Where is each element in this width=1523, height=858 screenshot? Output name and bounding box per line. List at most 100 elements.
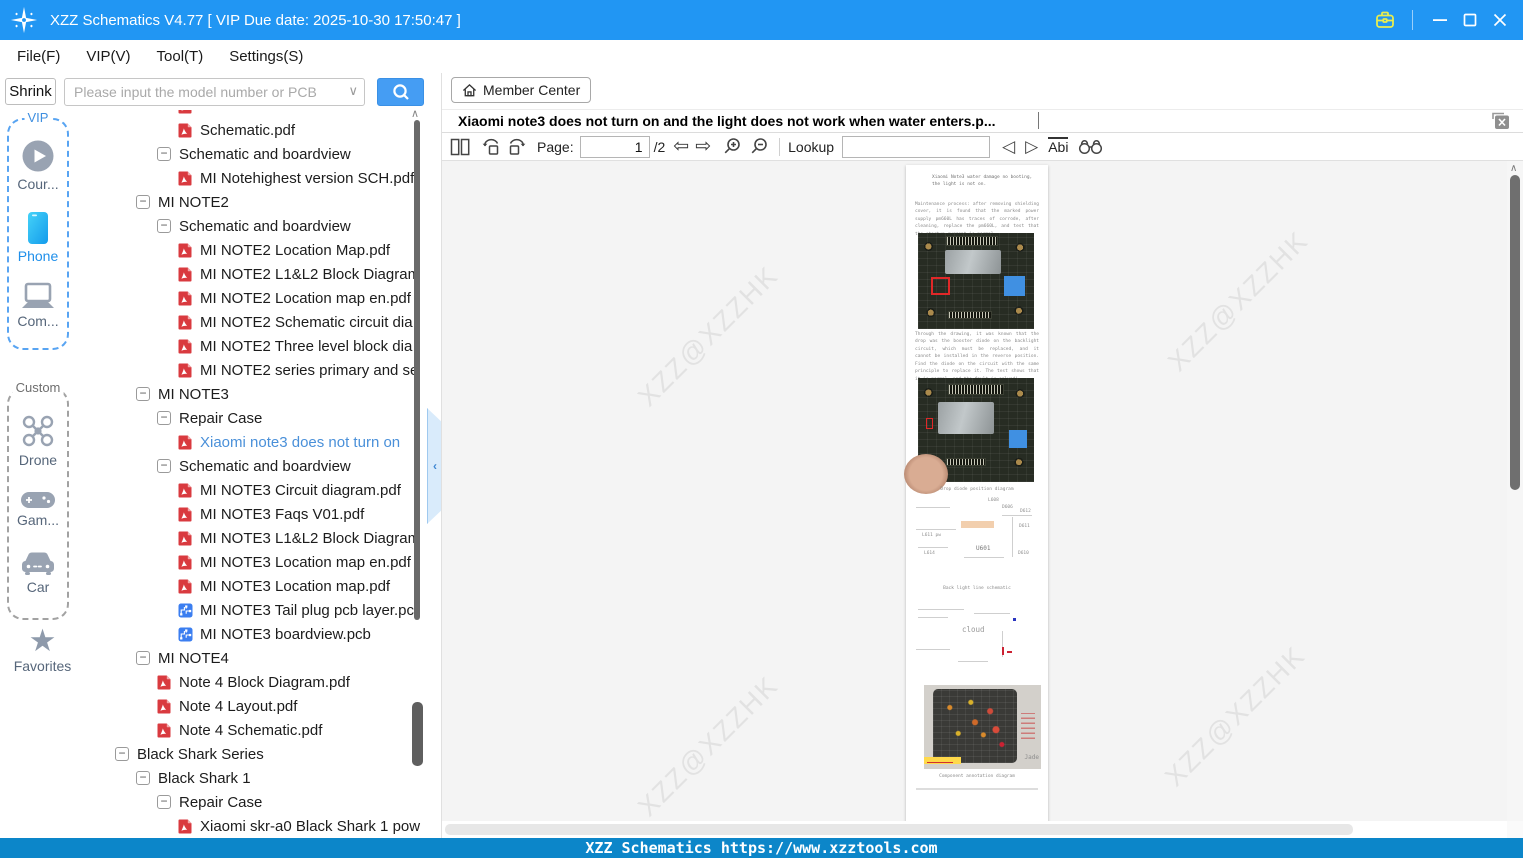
tree-item[interactable]: − Schematic and boardview [85,142,440,166]
tree-item[interactable]: Note 4 Block Diagram.pdf [85,670,440,694]
tree-item[interactable]: Note 4 Layout.pdf [85,694,440,718]
text-select-tool[interactable]: Abi [1048,137,1069,155]
tree-item[interactable]: − MI NOTE3 [85,382,440,406]
collapse-expander-icon[interactable]: − [157,411,171,425]
rail-item-drone[interactable]: Drone [19,413,57,468]
tree-item[interactable]: MI Notehighest version SCH.pdf [85,166,440,190]
menu-file[interactable]: File(F) [4,40,73,73]
previous-page-icon[interactable]: ⇦ [673,137,689,156]
rail-item-computer[interactable]: Com... [17,282,59,329]
pdf-page[interactable]: Xiaomi Note3 water damage no booting, th… [904,165,1048,825]
pdf-icon [178,110,193,114]
tree-item[interactable]: MI NOTE2 L1&L2 Block Diagram [85,262,440,286]
horizontal-scrollbar[interactable] [442,821,1507,838]
rail-item-phone[interactable]: Phone [18,211,58,264]
tree-item-label: MI NOTE2 Schematic circuit dia [200,313,413,331]
rail-item-car[interactable]: Car [20,550,56,595]
rail-item-label: Phone [17,247,59,264]
schematic-line [1002,515,1032,516]
tree-item[interactable]: MI NOTE3 Location map.pdf [85,574,440,598]
tree-item[interactable]: MI NOTE3 Faqs V01.pdf [85,502,440,526]
tree-scrollbar-thumb[interactable] [412,702,423,766]
horizontal-scrollbar-thumb[interactable] [445,824,1353,835]
minimize-icon[interactable] [1425,0,1455,40]
rotate-right-icon[interactable] [507,137,527,157]
scroll-up-icon[interactable]: ∧ [411,110,419,120]
find-previous-icon[interactable]: ◁ [1002,138,1015,155]
collapse-expander-icon[interactable]: − [157,219,171,233]
close-icon[interactable] [1485,0,1515,40]
tree-item-label: MI Notehighest version SCH.pdf [200,169,415,187]
tree-item[interactable]: MI NOTE2 series primary and se [85,358,440,382]
tree-item[interactable]: − Repair Case [85,406,440,430]
tree-item-label: Note 4 Schematic.pdf [179,721,323,739]
tree-item[interactable]: MI NOTE2 Schematic circuit dia [85,310,440,334]
tree-item[interactable]: − MI NOTE4 [85,646,440,670]
collapse-expander-icon[interactable]: − [136,771,150,785]
tree-item[interactable]: − MI NOTE2 [85,190,440,214]
close-document-icon[interactable] [1490,111,1511,131]
document-tab[interactable]: Xiaomi note3 does not turn on and the li… [458,111,996,132]
tree-item[interactable]: MI NOTE3 L1&L2 Block Diagram [85,526,440,550]
rail-item-favorites[interactable]: ★ Favorites [0,623,85,675]
vertical-scrollbar-thumb[interactable] [1510,175,1520,490]
scroll-up-icon[interactable]: ∧ [1510,163,1517,174]
photo-detail [945,250,1001,274]
collapse-expander-icon[interactable]: − [157,459,171,473]
zoom-in-icon[interactable] [723,137,742,156]
maximize-icon[interactable] [1455,0,1485,40]
collapse-expander-icon[interactable]: − [157,147,171,161]
model-search-input[interactable] [64,78,365,106]
tree-item-label: MI NOTE2 series primary and se [200,361,419,379]
rotate-left-icon[interactable] [481,137,501,157]
tree-item[interactable]: Schematic.pdf [85,118,440,142]
tree-item[interactable] [85,110,440,118]
pcb-photo-3: Jade [924,685,1041,769]
shrink-button[interactable]: Shrink [5,78,56,105]
tree-item-label: Note 4 Block Diagram.pdf [179,673,350,691]
rail-item-game[interactable]: Gam... [17,491,59,528]
menu-tool[interactable]: Tool(T) [144,40,217,73]
tree-item-label: MI NOTE2 L1&L2 Block Diagram [200,265,421,283]
toolbox-icon[interactable] [1370,0,1400,40]
tree-item[interactable]: MI NOTE2 Location map en.pdf [85,286,440,310]
tree-item[interactable]: MI NOTE2 Location Map.pdf [85,238,440,262]
tree-item[interactable]: MI NOTE2 Three level block dia [85,334,440,358]
rail-item-course[interactable]: Cour... [17,139,59,192]
tree-item[interactable]: MI NOTE3 boardview.pcb [85,622,440,646]
tree-item[interactable]: − Repair Case [85,790,440,814]
tree-item[interactable]: Xiaomi skr-a0 Black Shark 1 pow [85,814,440,838]
collapse-expander-icon[interactable]: − [157,795,171,809]
tree-item[interactable]: Xiaomi note3 does not turn on [85,430,440,454]
vertical-scrollbar[interactable]: ∧ [1507,161,1523,838]
collapse-expander-icon[interactable]: − [136,387,150,401]
star-icon: ★ [28,623,57,658]
menu-settings[interactable]: Settings(S) [216,40,316,73]
member-center-button[interactable]: Member Center [451,77,592,103]
binoculars-icon[interactable] [1078,139,1103,155]
tree-item-label: MI NOTE3 Location map en.pdf [200,553,411,571]
tree-item[interactable]: − Black Shark 1 [85,766,440,790]
lookup-label: Lookup [788,138,835,155]
next-page-icon[interactable]: ⇨ [695,137,711,156]
tree-item[interactable]: − Schematic and boardview [85,454,440,478]
lookup-input[interactable] [842,135,991,158]
find-next-icon[interactable]: ▷ [1025,138,1038,155]
collapse-expander-icon[interactable]: − [136,651,150,665]
collapse-expander-icon[interactable]: − [136,195,150,209]
tree-item-label: Schematic and boardview [179,457,351,475]
menu-vip[interactable]: VIP(V) [73,40,143,73]
zoom-out-icon[interactable] [750,137,769,156]
tree-item[interactable]: MI NOTE3 Circuit diagram.pdf [85,478,440,502]
collapse-expander-icon[interactable]: − [115,747,129,761]
tree-item[interactable]: MI NOTE3 Tail plug pcb layer.pc [85,598,440,622]
tree-item[interactable]: MI NOTE3 Location map en.pdf [85,550,440,574]
tree-item[interactable]: Note 4 Schematic.pdf [85,718,440,742]
two-page-view-icon[interactable] [450,138,471,156]
search-button[interactable] [377,78,424,106]
tree-item[interactable]: − Black Shark Series [85,742,440,766]
tree-item[interactable]: − Schematic and boardview [85,214,440,238]
tree-scrollbar-track-mark[interactable] [414,120,420,620]
tree-item-label: MI NOTE3 Faqs V01.pdf [200,505,365,523]
page-number-input[interactable] [579,135,650,158]
